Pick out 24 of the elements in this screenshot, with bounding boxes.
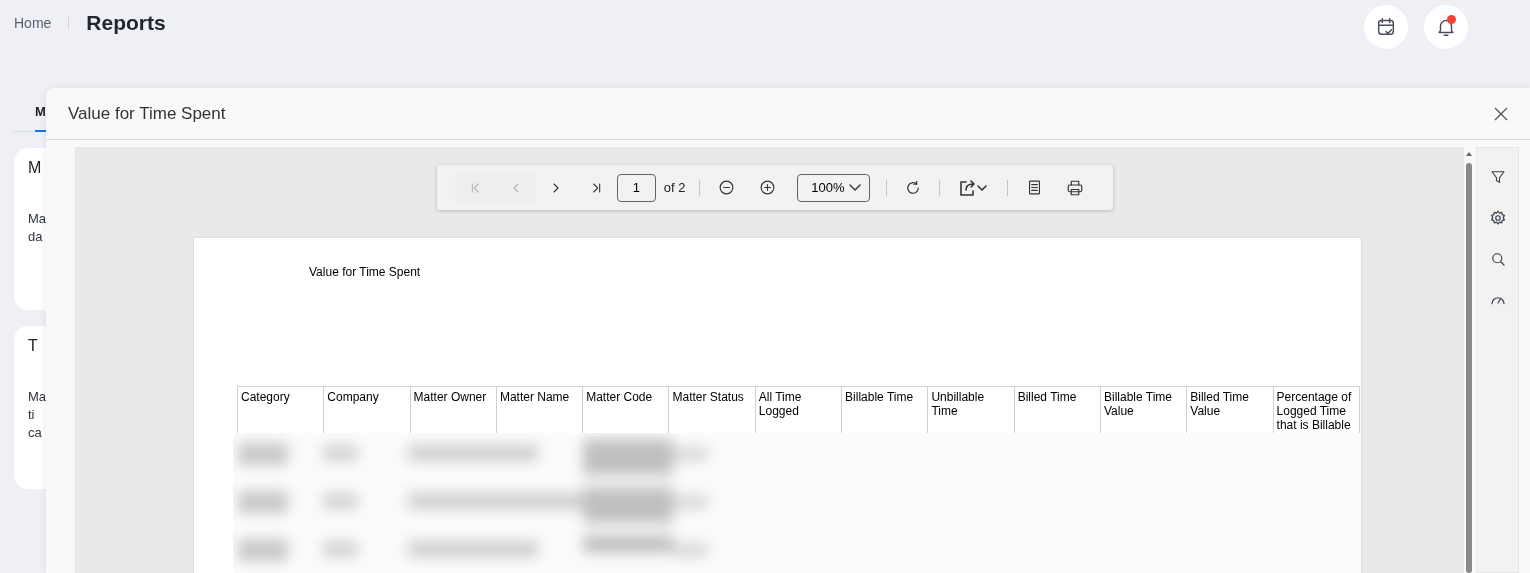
settings-button[interactable]	[1488, 209, 1507, 227]
refresh-icon	[904, 178, 922, 197]
zoom-out-icon	[718, 179, 736, 196]
modal-title: Value for Time Spent	[68, 102, 226, 125]
page-title: Reports	[86, 10, 166, 37]
settings-icon	[1488, 209, 1507, 227]
page-number-field[interactable]: 1	[616, 173, 656, 202]
print-icon	[1065, 178, 1084, 197]
card-description: Ma ti ca	[28, 388, 48, 442]
scroll-up-icon[interactable]	[1465, 150, 1473, 158]
report-title: Value for Time Spent	[309, 264, 421, 281]
breadcrumb-link[interactable]: Home	[14, 12, 52, 34]
caret-icon	[848, 183, 861, 192]
zoom-in-icon	[758, 179, 776, 196]
card-title: T	[28, 336, 39, 356]
card-description: Ma da	[28, 210, 48, 246]
calendar-icon	[1375, 16, 1397, 38]
zoom-dropdown[interactable]: 100%	[797, 173, 870, 202]
calendar-button[interactable]	[1364, 5, 1408, 49]
page-count: of 2	[663, 178, 686, 197]
filter-icon	[1488, 168, 1507, 186]
filter-button[interactable]	[1488, 168, 1507, 186]
card-title: M	[28, 158, 43, 178]
bell-button[interactable]	[1424, 5, 1468, 49]
